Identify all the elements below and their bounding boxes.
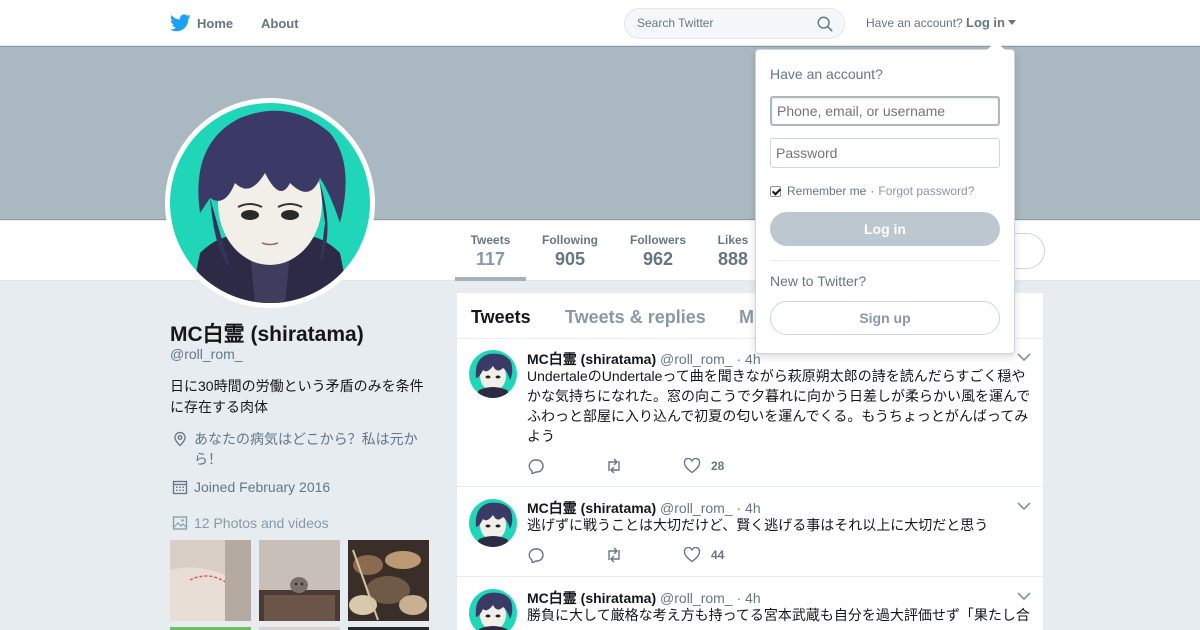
username-field[interactable]: [770, 96, 1000, 126]
tab-media[interactable]: M: [739, 307, 754, 328]
tweet[interactable]: MC白霊 (shiratama) @roll_rom_ · 4h 勝負に大して厳…: [457, 578, 1043, 630]
tweet-author-name[interactable]: MC白霊 (shiratama): [527, 590, 656, 606]
photo-icon: [172, 516, 188, 530]
stat-value: 905: [554, 249, 586, 269]
nav-home-link[interactable]: Home: [170, 14, 233, 32]
tweet[interactable]: MC白霊 (shiratama) @roll_rom_ · 4h 逃げずに戦うこ…: [457, 488, 1043, 577]
stat-value: 962: [642, 249, 674, 269]
tweet-meta[interactable]: @roll_rom_ · 4h: [660, 351, 761, 367]
like-button[interactable]: 44: [683, 547, 724, 563]
avatar-illustration: [469, 350, 517, 398]
retweet-button[interactable]: [605, 547, 623, 563]
chevron-down-icon[interactable]: [1017, 502, 1031, 511]
like-button[interactable]: 28: [683, 458, 724, 474]
new-to-twitter-text: New to Twitter?: [770, 273, 867, 289]
reply-icon: [528, 459, 544, 474]
login-link-label: Log in: [966, 15, 1005, 30]
profile-handle[interactable]: @roll_rom_: [170, 346, 243, 362]
heart-icon: [683, 458, 701, 474]
chevron-down-icon[interactable]: [1017, 592, 1031, 601]
tweet-author-name[interactable]: MC白霊 (shiratama): [527, 500, 656, 516]
tweet-avatar[interactable]: [469, 499, 517, 547]
profile-bio: 日に30時間の労働という矛盾のみを条件に存在する肉体: [170, 378, 424, 415]
retweet-button[interactable]: [605, 458, 623, 474]
tweet-author-name[interactable]: MC白霊 (shiratama): [527, 351, 656, 367]
stat-label: Following: [542, 233, 598, 247]
avatar-illustration: [469, 499, 517, 547]
calendar-icon: [172, 480, 188, 495]
tweet-text: UndertaleのUndertaleって曲を聞きながら萩原朔太郎の詩を読んだら…: [527, 368, 1031, 444]
stat-followers[interactable]: Followers 962: [628, 233, 688, 270]
photo-thumbnail[interactable]: [259, 540, 340, 621]
login-dropdown: Have an account? Remember me · Forgot pa…: [755, 41, 1015, 354]
twitter-bird-icon: [170, 14, 191, 32]
profile-location: あなたの病気はどこから？私は元から！: [170, 429, 430, 469]
tweet-actions: 28: [527, 458, 784, 474]
remember-me-row: Remember me · Forgot password?: [770, 184, 974, 198]
profile-joined: Joined February 2016: [170, 477, 330, 497]
tweet[interactable]: MC白霊 (shiratama) @roll_rom_ · 4h Underta…: [457, 339, 1043, 487]
search-icon[interactable]: [816, 15, 834, 33]
stat-likes[interactable]: Likes 888: [715, 233, 751, 270]
dropdown-arrow: [987, 41, 1005, 50]
like-count: 44: [711, 548, 725, 562]
tweet-avatar[interactable]: [469, 350, 517, 398]
login-dropdown-toggle[interactable]: Log in: [966, 15, 1016, 30]
stat-value: 117: [475, 249, 506, 269]
thumbnail-image: [259, 540, 340, 621]
reply-icon: [528, 548, 544, 563]
location-text: あなたの病気はどこから？私は元から！: [194, 431, 418, 467]
stat-label: Likes: [717, 233, 749, 247]
chevron-down-icon[interactable]: [1017, 353, 1031, 362]
password-field[interactable]: [770, 138, 1000, 168]
photo-thumbnail[interactable]: [348, 540, 429, 621]
thumbnail-image: [348, 540, 429, 621]
nav-home-label: Home: [197, 15, 234, 31]
photos-videos-link[interactable]: 12 Photos and videos: [170, 513, 329, 533]
retweet-icon: [608, 547, 620, 563]
heart-icon: [683, 547, 701, 563]
top-navigation: Home About Search Twitter Have an accoun…: [0, 0, 1200, 46]
login-button[interactable]: Log in: [770, 212, 1000, 246]
retweet-icon: [608, 458, 620, 474]
stat-label: Followers: [629, 233, 686, 247]
remember-me-label[interactable]: Remember me: [787, 184, 866, 198]
joined-text: Joined February 2016: [194, 479, 331, 495]
avatar-illustration: [170, 103, 370, 303]
caret-down-icon: [1008, 20, 1016, 25]
like-count: 28: [711, 459, 725, 473]
login-title: Have an account?: [770, 66, 883, 82]
nav-about-link[interactable]: About: [261, 16, 299, 31]
tweet-avatar[interactable]: [469, 589, 517, 630]
photo-thumbnail[interactable]: [170, 540, 251, 621]
stat-label: Tweets: [470, 233, 511, 247]
reply-button[interactable]: [527, 547, 545, 563]
stat-tweets[interactable]: Tweets 117: [455, 233, 526, 281]
have-account-text: Have an account?: [866, 16, 963, 30]
tweet-text: 逃げずに戦うことは大切だけど、賢く逃げる事はそれ以上に大切だと思う: [527, 517, 989, 533]
reply-button[interactable]: [527, 458, 545, 474]
tweet-text: 勝負に大して厳格な考え方も持ってる宮本武蔵も自分を過大評価せず「果たし合: [527, 607, 1030, 623]
location-pin-icon: [174, 431, 186, 447]
profile-avatar[interactable]: [165, 98, 375, 308]
forgot-password-link[interactable]: Forgot password?: [878, 184, 974, 198]
avatar-illustration: [469, 589, 517, 630]
signup-button[interactable]: Sign up: [770, 301, 1000, 335]
divider: [770, 260, 1000, 261]
separator-dot: ·: [870, 184, 875, 198]
search-input[interactable]: Search Twitter: [624, 8, 845, 39]
stat-following[interactable]: Following 905: [540, 233, 600, 270]
tweet-meta[interactable]: @roll_rom_ · 4h: [660, 500, 761, 516]
photos-label: 12 Photos and videos: [194, 515, 329, 531]
stat-value: 888: [717, 249, 749, 269]
search-placeholder: Search Twitter: [637, 16, 714, 30]
profile-name[interactable]: MC白霊 (shiratama): [170, 318, 364, 348]
tab-tweets[interactable]: Tweets: [471, 307, 531, 328]
tweet-meta[interactable]: @roll_rom_ · 4h: [660, 590, 761, 606]
remember-me-checkbox[interactable]: [770, 185, 781, 197]
tweet-actions: 44: [527, 547, 784, 563]
thumbnail-image: [170, 540, 251, 621]
tab-tweets-replies[interactable]: Tweets & replies: [565, 307, 706, 328]
